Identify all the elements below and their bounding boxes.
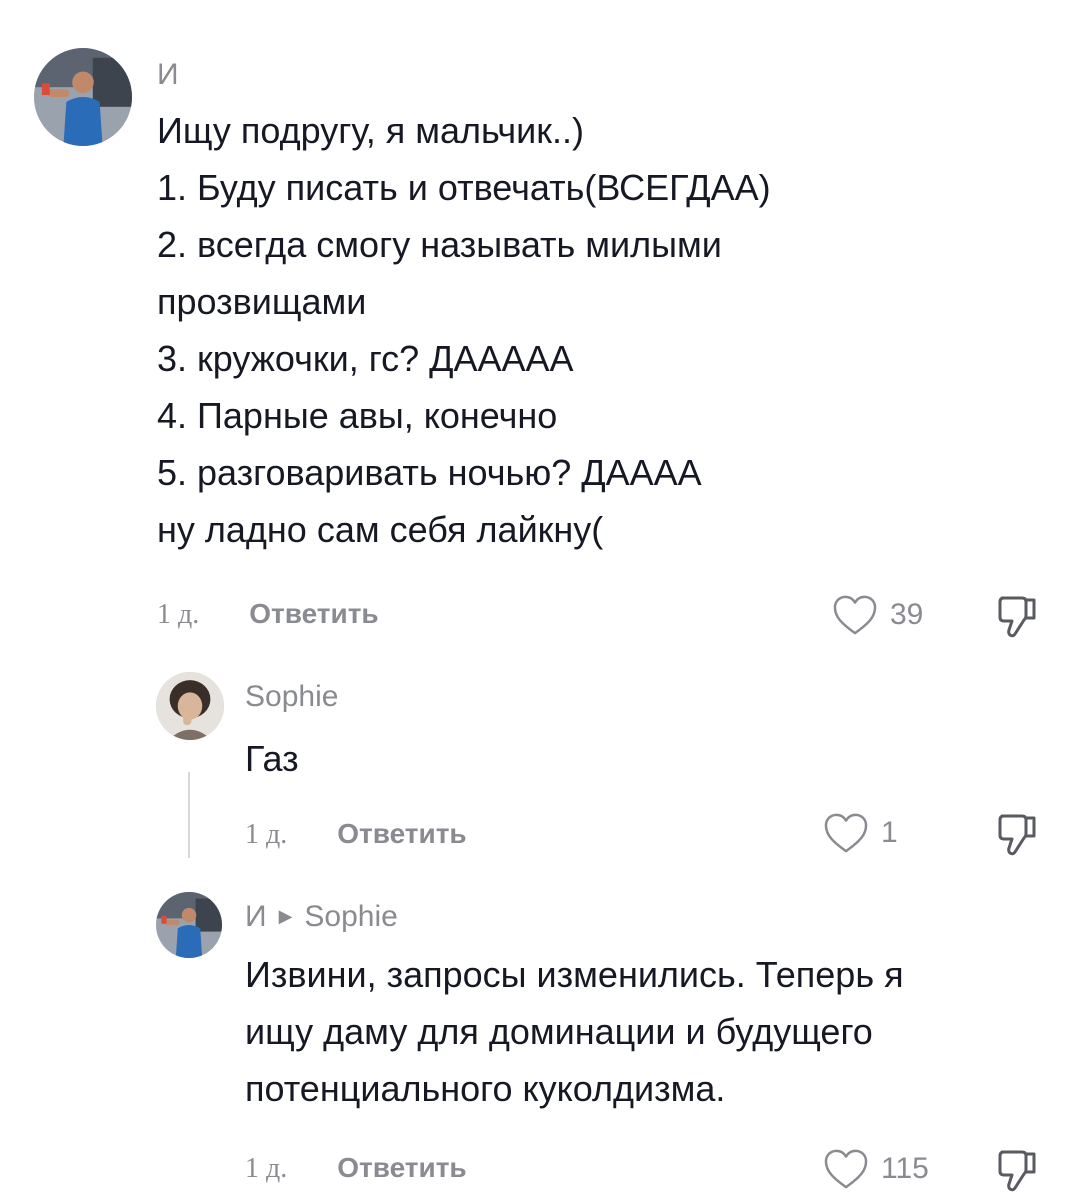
comment-text: Газ bbox=[245, 730, 299, 787]
comment-text: Извини, запросы изменились. Теперь я ищу… bbox=[245, 946, 904, 1117]
comment-meta: 1 д. Ответить bbox=[245, 818, 467, 851]
thread-line bbox=[188, 772, 190, 858]
comment-line: прозвищами bbox=[157, 281, 367, 322]
comment-line: 3. кружочки, гс? ДААААА bbox=[157, 338, 574, 379]
like-button[interactable]: 115 bbox=[823, 1148, 929, 1190]
like-count: 1 bbox=[881, 816, 898, 849]
heart-outline-icon bbox=[824, 1149, 868, 1189]
comment-meta: 1 д. Ответить bbox=[245, 1152, 467, 1185]
comment-text: Ищу подругу, я мальчик..) 1. Буду писать… bbox=[157, 102, 771, 558]
comment-author[interactable]: И bbox=[157, 58, 179, 92]
avatar[interactable] bbox=[34, 48, 132, 146]
comment-author[interactable]: И bbox=[245, 900, 267, 933]
reply-comment: Sophie Газ 1 д. Ответить 1 bbox=[0, 660, 1087, 860]
user-photo bbox=[156, 672, 224, 740]
heart-outline-icon bbox=[833, 595, 877, 635]
comment-meta: 1 д. Ответить bbox=[157, 598, 379, 631]
thumbs-down-icon[interactable] bbox=[996, 812, 1040, 858]
comment-line: ну ладно сам себя лайкну( bbox=[157, 509, 604, 550]
comment-line: Извини, запросы изменились. Теперь я bbox=[245, 954, 904, 995]
reply-to-author[interactable]: Sophie bbox=[304, 900, 397, 933]
triangle-right-icon: ▶ bbox=[278, 906, 293, 926]
comment-line: 1. Буду писать и отвечать(ВСЕГДАА) bbox=[157, 167, 771, 208]
avatar[interactable] bbox=[156, 672, 224, 740]
like-button[interactable]: 1 bbox=[823, 812, 898, 854]
reply-button[interactable]: Ответить bbox=[337, 818, 466, 849]
comment-line: ищу даму для доминации и будущего bbox=[245, 1011, 873, 1052]
avatar[interactable] bbox=[156, 892, 222, 958]
thumbs-down-icon[interactable] bbox=[996, 1148, 1040, 1194]
comment-line: 2. всегда смогу называть милыми bbox=[157, 224, 722, 265]
user-photo bbox=[156, 892, 222, 958]
comment-line: потенциального куколдизма. bbox=[245, 1068, 726, 1109]
reply-comment: И ▶ Sophie Извини, запросы изменились. Теп… bbox=[0, 880, 1087, 1200]
thumbs-down-icon[interactable] bbox=[996, 594, 1040, 640]
comment-author[interactable]: Sophie bbox=[245, 680, 338, 714]
comment-time: 1 д. bbox=[245, 1153, 288, 1184]
heart-outline-icon bbox=[824, 813, 868, 853]
comment-author-line: И ▶ Sophie bbox=[245, 900, 398, 934]
comment-line: Ищу подругу, я мальчик..) bbox=[157, 110, 585, 151]
comment-line: 5. разговаривать ночью? ДАААА bbox=[157, 452, 702, 493]
comment-time: 1 д. bbox=[245, 819, 288, 850]
like-count: 39 bbox=[890, 598, 924, 631]
comment-line: 4. Парные авы, конечно bbox=[157, 395, 558, 436]
user-photo bbox=[34, 48, 132, 146]
reply-button[interactable]: Ответить bbox=[249, 598, 378, 629]
like-count: 115 bbox=[881, 1152, 929, 1185]
comment: И Ищу подругу, я мальчик..) 1. Буду писа… bbox=[0, 0, 1087, 650]
comment-line: Газ bbox=[245, 738, 299, 779]
like-button[interactable]: 39 bbox=[832, 594, 923, 636]
comment-time: 1 д. bbox=[157, 599, 200, 630]
reply-button[interactable]: Ответить bbox=[337, 1152, 466, 1183]
